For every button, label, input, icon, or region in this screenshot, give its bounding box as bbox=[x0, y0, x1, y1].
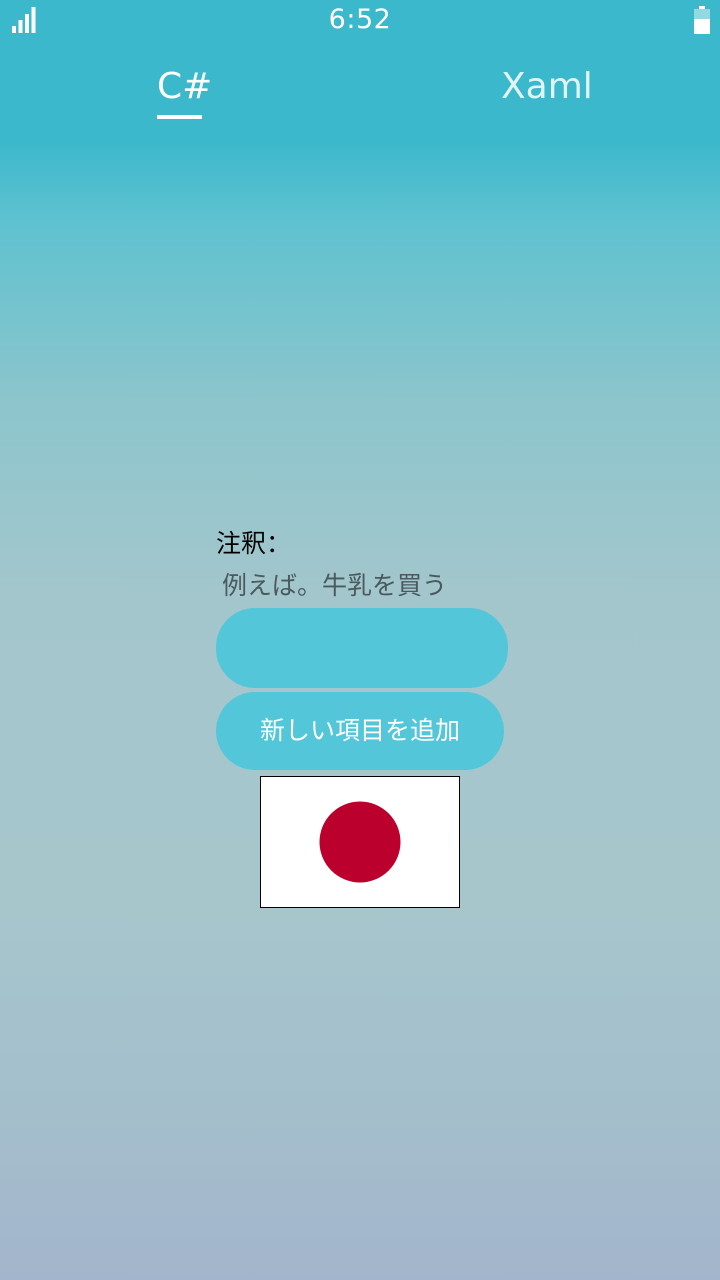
tab-bar: C# Xaml bbox=[0, 60, 720, 124]
add-item-button[interactable]: 新しい項目を追加 bbox=[216, 692, 504, 770]
selected-tab-indicator bbox=[157, 115, 202, 119]
flag-graphic bbox=[261, 777, 459, 907]
tab-csharp[interactable]: C# bbox=[157, 66, 212, 107]
status-bar: 6:52 bbox=[0, 0, 720, 40]
clock: 6:52 bbox=[328, 4, 392, 35]
note-label: 注釈： bbox=[216, 529, 292, 558]
app-screen: 6:52 C# Xaml 注釈： 例えば。牛乳を買う 新しい項目を追加 bbox=[0, 0, 720, 1280]
battery-icon bbox=[694, 6, 710, 34]
flag-red-circle bbox=[319, 801, 401, 883]
note-placeholder: 例えば。牛乳を買う bbox=[222, 571, 448, 600]
tab-xaml[interactable]: Xaml bbox=[501, 66, 593, 107]
note-input[interactable] bbox=[216, 608, 508, 688]
japan-flag-image bbox=[260, 776, 460, 908]
